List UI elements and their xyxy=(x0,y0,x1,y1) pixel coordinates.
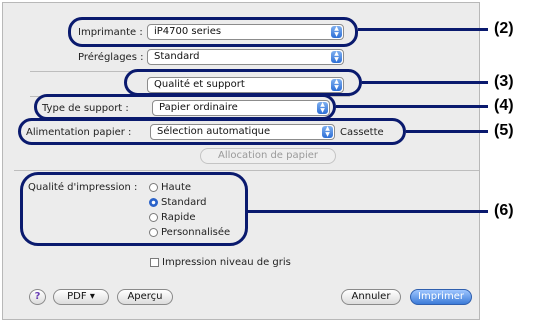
callout-ring-4 xyxy=(34,94,336,120)
pdf-button[interactable]: PDF ▾ xyxy=(53,289,109,305)
callout-leader-2 xyxy=(358,28,488,31)
callout-label-2: (2) xyxy=(494,20,514,37)
callout-leader-4 xyxy=(336,105,488,108)
callout-label-4: (4) xyxy=(494,97,514,114)
grayscale-checkbox[interactable]: Impression niveau de gris xyxy=(150,257,291,269)
callout-ring-2 xyxy=(68,17,358,47)
popup-arrows-icon: ▲ ▼ xyxy=(331,51,342,63)
checkbox-icon xyxy=(150,258,159,267)
presets-label: Préréglages : xyxy=(78,52,144,63)
callout-leader-3 xyxy=(362,81,488,84)
paper-allocation-button[interactable]: Allocation de papier xyxy=(200,148,336,164)
callout-label-6: (6) xyxy=(494,202,514,219)
callout-label-3: (3) xyxy=(494,73,514,90)
callout-ring-5 xyxy=(18,118,406,145)
presets-value: Standard xyxy=(154,51,200,62)
cancel-button[interactable]: Annuler xyxy=(341,289,401,305)
callout-ring-6 xyxy=(20,172,248,246)
presets-popup[interactable]: Standard ▲ ▼ xyxy=(147,49,344,65)
callout-ring-3 xyxy=(124,69,362,96)
grayscale-label: Impression niveau de gris xyxy=(162,257,291,268)
callout-leader-5 xyxy=(406,130,488,133)
divider xyxy=(14,170,479,171)
print-button[interactable]: Imprimer xyxy=(410,289,472,305)
callout-label-5: (5) xyxy=(494,122,514,139)
callout-leader-6 xyxy=(248,210,488,213)
help-button[interactable]: ? xyxy=(29,289,46,305)
preview-button[interactable]: Aperçu xyxy=(117,289,173,305)
